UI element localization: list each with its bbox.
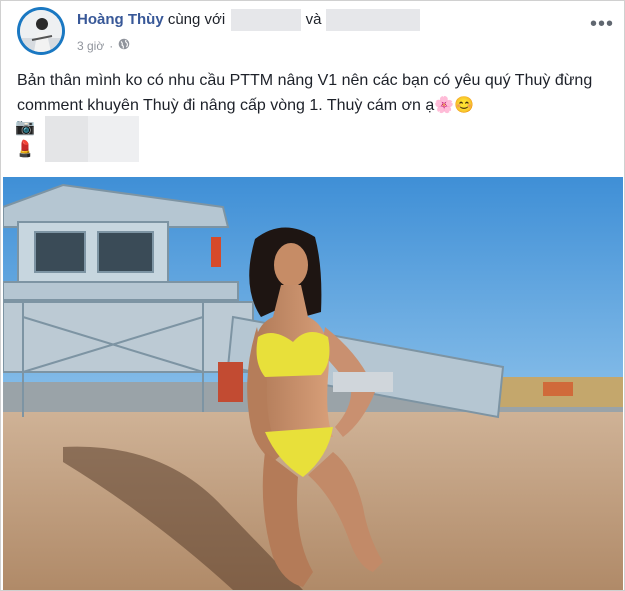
with-text: cùng với: [167, 10, 226, 28]
facebook-post: Hoàng Thùy cùng với và 3 giờ · ••• Bản t…: [0, 0, 625, 591]
post-meta: 3 giờ ·: [77, 38, 130, 53]
globe-icon[interactable]: [118, 38, 130, 53]
post-text: Bản thân mình ko có nhu cầu PTTM nâng V1…: [17, 72, 593, 114]
more-options-icon[interactable]: •••: [590, 13, 614, 36]
redacted-credits: [45, 116, 139, 162]
meta-separator: ·: [109, 38, 114, 53]
tagged-friend-redacted-2[interactable]: [325, 9, 420, 31]
avatar[interactable]: [17, 7, 65, 55]
author-name[interactable]: Hoàng Thùy: [77, 11, 164, 28]
tagged-friend-redacted[interactable]: [231, 9, 302, 31]
post-photo[interactable]: [3, 177, 623, 590]
beach-photo: [3, 177, 623, 590]
camera-emoji: 📷: [15, 119, 35, 136]
and-text: và: [305, 10, 322, 28]
avatar-image: [20, 10, 62, 52]
lipstick-emoji: 💄: [15, 141, 35, 158]
post-header: Hoàng Thùy cùng với và: [77, 9, 420, 31]
post-time[interactable]: 3 giờ: [77, 39, 104, 53]
